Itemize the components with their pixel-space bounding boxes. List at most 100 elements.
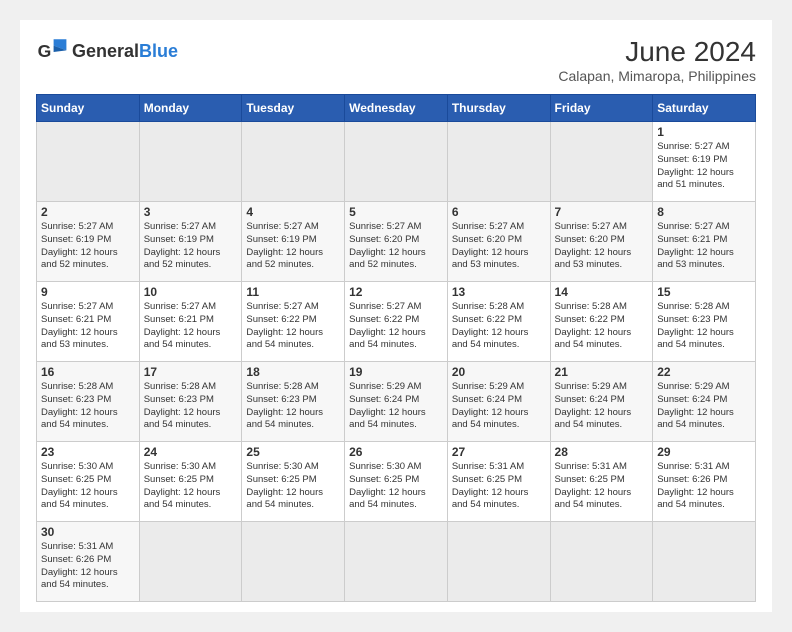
col-monday: Monday xyxy=(139,95,242,122)
calendar-day-cell: 12Sunrise: 5:27 AM Sunset: 6:22 PM Dayli… xyxy=(345,282,448,362)
location-subtitle: Calapan, Mimaropa, Philippines xyxy=(558,68,756,84)
day-sun-info: Sunrise: 5:28 AM Sunset: 6:23 PM Dayligh… xyxy=(246,381,340,432)
calendar-day-cell xyxy=(345,522,448,602)
day-number: 14 xyxy=(555,285,649,299)
day-number: 5 xyxy=(349,205,443,219)
calendar-day-cell xyxy=(447,522,550,602)
day-number: 13 xyxy=(452,285,546,299)
day-number: 4 xyxy=(246,205,340,219)
calendar-day-cell: 26Sunrise: 5:30 AM Sunset: 6:25 PM Dayli… xyxy=(345,442,448,522)
day-number: 29 xyxy=(657,445,751,459)
calendar-day-cell: 20 Sunrise: 5:29 AM Sunset: 6:24 PM Dayli… xyxy=(447,362,550,442)
day-sun-info: Sunrise: 5:30 AM Sunset: 6:25 PM Dayligh… xyxy=(349,461,443,512)
calendar-day-cell xyxy=(139,122,242,202)
day-sun-info: Sunrise: 5:30 AM Sunset: 6:25 PM Dayligh… xyxy=(41,461,135,512)
calendar-week-row: 16 Sunrise: 5:28 AM Sunset: 6:23 PM Dayli… xyxy=(37,362,756,442)
calendar-page: G GeneralBlue June 2024 Calapan, Mimarop… xyxy=(20,20,772,612)
calendar-day-cell: 21Sunrise: 5:29 AM Sunset: 6:24 PM Dayli… xyxy=(550,362,653,442)
calendar-day-cell xyxy=(242,122,345,202)
day-sun-info: Sunrise: 5:29 AM Sunset: 6:24 PM Dayligh… xyxy=(349,381,443,432)
day-number: 22 xyxy=(657,365,751,379)
day-number: 10 xyxy=(144,285,238,299)
calendar-day-cell: 9 Sunrise: 5:27 AM Sunset: 6:21 PM Daylig… xyxy=(37,282,140,362)
calendar-day-cell xyxy=(242,522,345,602)
month-year-title: June 2024 xyxy=(558,36,756,68)
day-sun-info: Sunrise: 5:27 AM Sunset: 6:19 PM Dayligh… xyxy=(41,221,135,272)
day-number: 23 xyxy=(41,445,135,459)
calendar-day-cell: 19 Sunrise: 5:29 AM Sunset: 6:24 PM Dayli… xyxy=(345,362,448,442)
day-number: 2 xyxy=(41,205,135,219)
title-block: June 2024 Calapan, Mimaropa, Philippines xyxy=(558,36,756,84)
day-number: 1 xyxy=(657,125,751,139)
col-wednesday: Wednesday xyxy=(345,95,448,122)
day-sun-info: Sunrise: 5:31 AM Sunset: 6:26 PM Dayligh… xyxy=(41,541,135,592)
calendar-day-cell: 10Sunrise: 5:27 AM Sunset: 6:21 PM Dayli… xyxy=(139,282,242,362)
calendar-day-cell: 11Sunrise: 5:27 AM Sunset: 6:22 PM Dayli… xyxy=(242,282,345,362)
calendar-day-cell xyxy=(447,122,550,202)
day-number: 11 xyxy=(246,285,340,299)
day-sun-info: Sunrise: 5:30 AM Sunset: 6:25 PM Dayligh… xyxy=(144,461,238,512)
day-number: 25 xyxy=(246,445,340,459)
day-sun-info: Sunrise: 5:28 AM Sunset: 6:23 PM Dayligh… xyxy=(657,301,751,352)
calendar-day-cell: 15 Sunrise: 5:28 AM Sunset: 6:23 PM Dayli… xyxy=(653,282,756,362)
calendar-day-cell: 8 Sunrise: 5:27 AM Sunset: 6:21 PM Daylig… xyxy=(653,202,756,282)
col-thursday: Thursday xyxy=(447,95,550,122)
day-sun-info: Sunrise: 5:29 AM Sunset: 6:24 PM Dayligh… xyxy=(452,381,546,432)
calendar-day-cell: 13 Sunrise: 5:28 AM Sunset: 6:22 PM Dayli… xyxy=(447,282,550,362)
day-number: 20 xyxy=(452,365,546,379)
logo-text-block: GeneralBlue xyxy=(72,42,178,62)
day-sun-info: Sunrise: 5:31 AM Sunset: 6:25 PM Dayligh… xyxy=(452,461,546,512)
calendar-day-cell: 1Sunrise: 5:27 AM Sunset: 6:19 PM Daylig… xyxy=(653,122,756,202)
col-tuesday: Tuesday xyxy=(242,95,345,122)
day-sun-info: Sunrise: 5:27 AM Sunset: 6:19 PM Dayligh… xyxy=(144,221,238,272)
calendar-week-row: 23 Sunrise: 5:30 AM Sunset: 6:25 PM Dayli… xyxy=(37,442,756,522)
calendar-day-cell: 4 Sunrise: 5:27 AM Sunset: 6:19 PM Daylig… xyxy=(242,202,345,282)
calendar-week-row: 30Sunrise: 5:31 AM Sunset: 6:26 PM Dayli… xyxy=(37,522,756,602)
calendar-day-cell xyxy=(139,522,242,602)
calendar-day-cell: 25Sunrise: 5:30 AM Sunset: 6:25 PM Dayli… xyxy=(242,442,345,522)
day-sun-info: Sunrise: 5:27 AM Sunset: 6:19 PM Dayligh… xyxy=(246,221,340,272)
day-sun-info: Sunrise: 5:28 AM Sunset: 6:23 PM Dayligh… xyxy=(144,381,238,432)
calendar-header-row: Sunday Monday Tuesday Wednesday Thursday… xyxy=(37,95,756,122)
calendar-day-cell xyxy=(345,122,448,202)
day-number: 6 xyxy=(452,205,546,219)
calendar-day-cell: 7 Sunrise: 5:27 AM Sunset: 6:20 PM Daylig… xyxy=(550,202,653,282)
calendar-day-cell: 5 Sunrise: 5:27 AM Sunset: 6:20 PM Daylig… xyxy=(345,202,448,282)
calendar-week-row: 2 Sunrise: 5:27 AM Sunset: 6:19 PM Daylig… xyxy=(37,202,756,282)
calendar-day-cell: 24 Sunrise: 5:30 AM Sunset: 6:25 PM Dayli… xyxy=(139,442,242,522)
calendar-day-cell xyxy=(550,122,653,202)
day-number: 17 xyxy=(144,365,238,379)
day-sun-info: Sunrise: 5:29 AM Sunset: 6:24 PM Dayligh… xyxy=(657,381,751,432)
day-sun-info: Sunrise: 5:27 AM Sunset: 6:20 PM Dayligh… xyxy=(349,221,443,272)
page-header: G GeneralBlue June 2024 Calapan, Mimarop… xyxy=(36,36,756,84)
day-number: 15 xyxy=(657,285,751,299)
day-sun-info: Sunrise: 5:28 AM Sunset: 6:22 PM Dayligh… xyxy=(452,301,546,352)
general-blue-icon: G xyxy=(36,36,68,68)
day-number: 8 xyxy=(657,205,751,219)
day-sun-info: Sunrise: 5:29 AM Sunset: 6:24 PM Dayligh… xyxy=(555,381,649,432)
day-sun-info: Sunrise: 5:31 AM Sunset: 6:25 PM Dayligh… xyxy=(555,461,649,512)
day-number: 24 xyxy=(144,445,238,459)
day-sun-info: Sunrise: 5:28 AM Sunset: 6:23 PM Dayligh… xyxy=(41,381,135,432)
day-number: 9 xyxy=(41,285,135,299)
calendar-day-cell: 22 Sunrise: 5:29 AM Sunset: 6:24 PM Dayli… xyxy=(653,362,756,442)
calendar-day-cell: 27 Sunrise: 5:31 AM Sunset: 6:25 PM Dayli… xyxy=(447,442,550,522)
day-number: 27 xyxy=(452,445,546,459)
day-number: 19 xyxy=(349,365,443,379)
logo-general: General xyxy=(72,41,139,61)
calendar-table: Sunday Monday Tuesday Wednesday Thursday… xyxy=(36,94,756,602)
calendar-day-cell: 18Sunrise: 5:28 AM Sunset: 6:23 PM Dayli… xyxy=(242,362,345,442)
day-number: 7 xyxy=(555,205,649,219)
day-sun-info: Sunrise: 5:27 AM Sunset: 6:20 PM Dayligh… xyxy=(555,221,649,272)
calendar-day-cell: 29Sunrise: 5:31 AM Sunset: 6:26 PM Dayli… xyxy=(653,442,756,522)
calendar-day-cell xyxy=(653,522,756,602)
calendar-day-cell: 28Sunrise: 5:31 AM Sunset: 6:25 PM Dayli… xyxy=(550,442,653,522)
calendar-day-cell: 16 Sunrise: 5:28 AM Sunset: 6:23 PM Dayli… xyxy=(37,362,140,442)
day-sun-info: Sunrise: 5:27 AM Sunset: 6:21 PM Dayligh… xyxy=(41,301,135,352)
col-friday: Friday xyxy=(550,95,653,122)
day-number: 16 xyxy=(41,365,135,379)
day-sun-info: Sunrise: 5:27 AM Sunset: 6:21 PM Dayligh… xyxy=(657,221,751,272)
calendar-day-cell: 14Sunrise: 5:28 AM Sunset: 6:22 PM Dayli… xyxy=(550,282,653,362)
svg-text:G: G xyxy=(38,41,52,61)
day-number: 12 xyxy=(349,285,443,299)
